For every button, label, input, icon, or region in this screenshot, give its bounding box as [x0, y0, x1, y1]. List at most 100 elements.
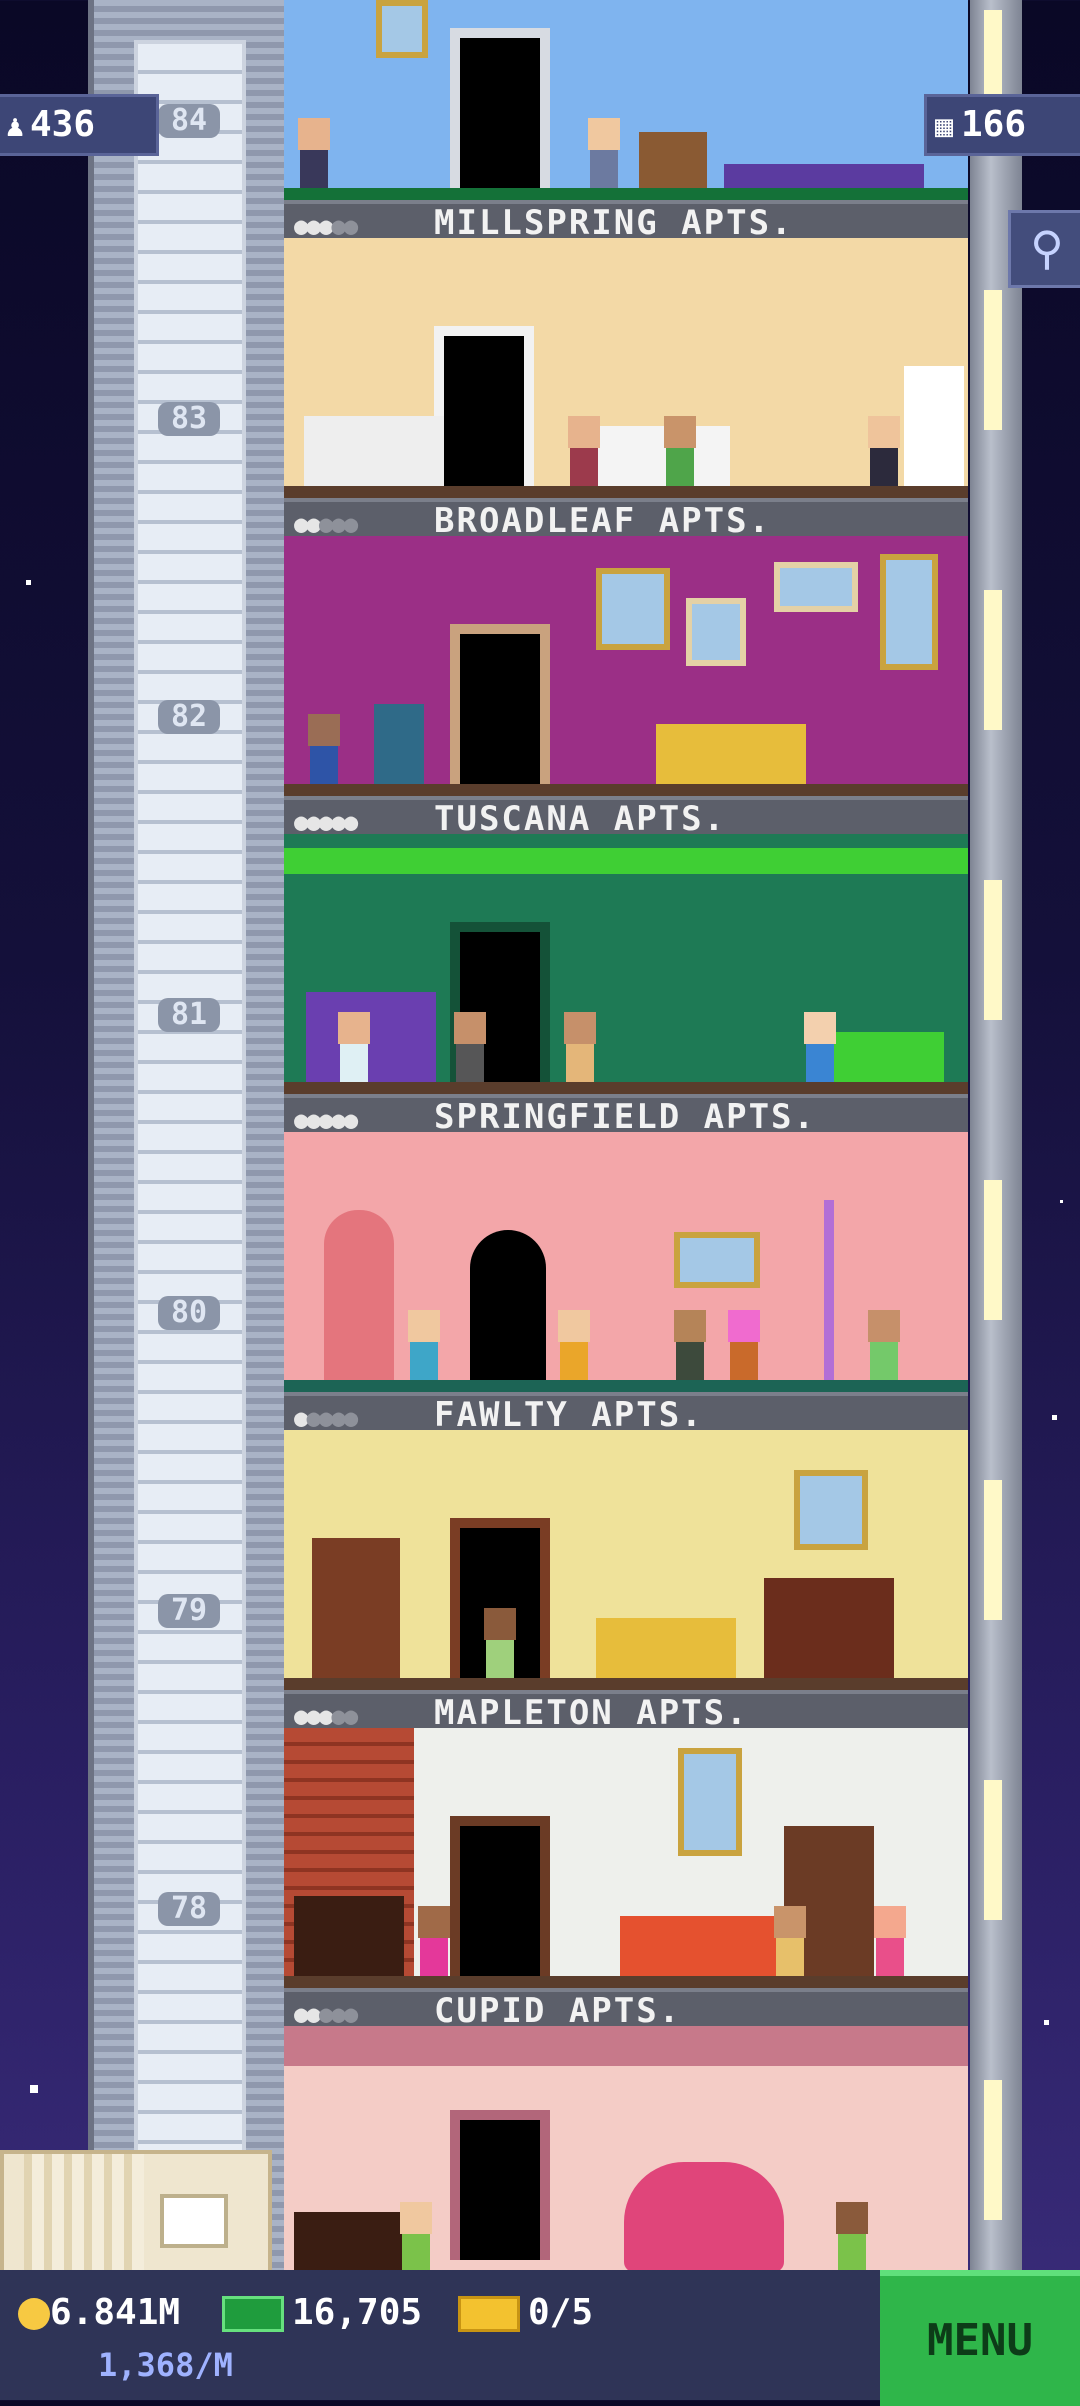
floor-room[interactable] — [284, 0, 968, 200]
star — [30, 2085, 38, 2093]
tenant[interactable] — [724, 1310, 764, 1380]
floor-name: MAPLETON APTS. — [434, 1693, 749, 1730]
floor-lamp — [824, 1200, 834, 1380]
sofa — [304, 416, 444, 486]
floor-83[interactable]: ●●●●● BROADLEAF APTS. — [284, 238, 968, 538]
pillar-light — [984, 290, 1002, 430]
floor-room[interactable] — [284, 536, 968, 796]
magnifier-icon[interactable]: ⚲ — [1008, 210, 1080, 288]
vip-ticket-icon — [458, 2296, 520, 2332]
floor-room[interactable] — [284, 2026, 968, 2272]
floor-banner: ●●●●● MAPLETON APTS. — [284, 1690, 968, 1730]
population-counter[interactable]: ♟ 436 — [0, 94, 159, 156]
elevator-floor-number: 83 — [158, 402, 220, 436]
floor-82[interactable]: ●●●●● TUSCANA APTS. — [284, 536, 968, 836]
bux-display[interactable]: 16,705 — [222, 2292, 422, 2333]
coins-display[interactable]: 6.841M — [18, 2292, 180, 2333]
tenant[interactable] — [554, 1310, 594, 1380]
menu-button[interactable]: MENU — [880, 2270, 1080, 2406]
building-icon: ▦ — [934, 109, 954, 144]
tenant[interactable] — [584, 118, 624, 188]
armchair — [374, 704, 424, 784]
floor-room[interactable] — [284, 238, 968, 498]
occupancy-indicator: ●●●●● — [294, 1106, 358, 1134]
kitchen-cabinet — [834, 1032, 944, 1082]
crate-slats — [24, 2154, 144, 2278]
tenant[interactable] — [660, 416, 700, 486]
floor-room[interactable] — [284, 834, 968, 1094]
tenant[interactable] — [864, 416, 904, 486]
sofa — [620, 1916, 790, 1976]
tenant[interactable] — [334, 1012, 374, 1082]
person-icon: ♟ — [5, 109, 25, 144]
floor-door — [450, 624, 550, 784]
tickets-display[interactable]: 0/5 — [458, 2292, 593, 2333]
floor-door — [450, 1816, 550, 1976]
floor-84[interactable]: ●●●●● MILLSPRING APTS. — [284, 0, 968, 240]
floor-77[interactable] — [284, 2026, 968, 2272]
floor-door — [450, 28, 550, 188]
tenant[interactable] — [870, 1906, 910, 1976]
pillar-light — [984, 1480, 1002, 1620]
star — [1060, 1200, 1063, 1203]
floor-name: TUSCANA APTS. — [434, 799, 727, 836]
floor-78[interactable]: ●●●●● CUPID APTS. — [284, 1728, 968, 2028]
floor-81[interactable]: ●●●●● SPRINGFIELD APTS. — [284, 834, 968, 1134]
coin-rate: 1,368/M — [98, 2346, 233, 2384]
floor-80[interactable]: ●●●●● FAWLTY APTS. — [284, 1132, 968, 1432]
floor-room[interactable] — [284, 1430, 968, 1690]
tower-right-pillar — [970, 0, 1022, 2270]
elevator-floor-number: 82 — [158, 700, 220, 734]
tenant[interactable] — [832, 2202, 872, 2272]
floor-room[interactable] — [284, 1728, 968, 1988]
floor-door — [434, 326, 534, 486]
tenant[interactable] — [450, 1012, 490, 1082]
floor-surface — [284, 1976, 968, 1988]
floor-79[interactable]: ●●●●● MAPLETON APTS. — [284, 1430, 968, 1730]
floor-surface — [284, 1380, 968, 1392]
tickets-value: 0/5 — [528, 2292, 594, 2333]
sofa — [596, 1618, 736, 1678]
floor-count[interactable]: ▦ 166 — [924, 94, 1080, 156]
bed — [724, 164, 924, 188]
tenant[interactable] — [294, 118, 334, 188]
floor-surface — [284, 1678, 968, 1690]
coin-icon — [18, 2298, 50, 2330]
floor-name: MILLSPRING APTS. — [434, 203, 794, 240]
floor-room[interactable] — [284, 1132, 968, 1392]
occupancy-indicator: ●●●●● — [294, 212, 358, 240]
tenant[interactable] — [304, 714, 344, 784]
cash-icon — [222, 2296, 284, 2332]
fireplace — [294, 2212, 404, 2272]
tenant[interactable] — [800, 1012, 840, 1082]
elevator-floor-number: 80 — [158, 1296, 220, 1330]
coins-value: 6.841M — [50, 2292, 181, 2333]
pillar-light — [984, 590, 1002, 730]
tenant[interactable] — [560, 1012, 600, 1082]
elevator-car[interactable] — [134, 40, 246, 2198]
tenant[interactable] — [480, 1608, 520, 1678]
tenant[interactable] — [414, 1906, 454, 1976]
canopy-trim — [284, 2026, 968, 2066]
floor-name: CUPID APTS. — [434, 1991, 682, 2028]
front-door — [324, 1210, 394, 1380]
tenant[interactable] — [564, 416, 604, 486]
tenant[interactable] — [404, 1310, 444, 1380]
tenant[interactable] — [670, 1310, 710, 1380]
elevator-floor-number: 78 — [158, 1892, 220, 1926]
bux-value: 16,705 — [292, 2292, 423, 2333]
elevator-shaft[interactable]: 84 83 82 81 80 79 78 — [88, 0, 290, 2270]
delivery-crate-button[interactable] — [0, 2150, 272, 2282]
elevator-floor-number: 79 — [158, 1594, 220, 1628]
wall-picture — [674, 1232, 760, 1288]
wall-picture — [678, 1748, 742, 1856]
floor-surface — [284, 486, 968, 498]
fridge — [904, 366, 964, 486]
tenant[interactable] — [396, 2202, 436, 2272]
tenant[interactable] — [864, 1310, 904, 1380]
tenant[interactable] — [770, 1906, 810, 1976]
floor-name: BROADLEAF APTS. — [434, 501, 772, 538]
floor-surface — [284, 784, 968, 796]
bookshelf — [312, 1538, 400, 1678]
elevator-floor-number: 84 — [158, 104, 220, 138]
